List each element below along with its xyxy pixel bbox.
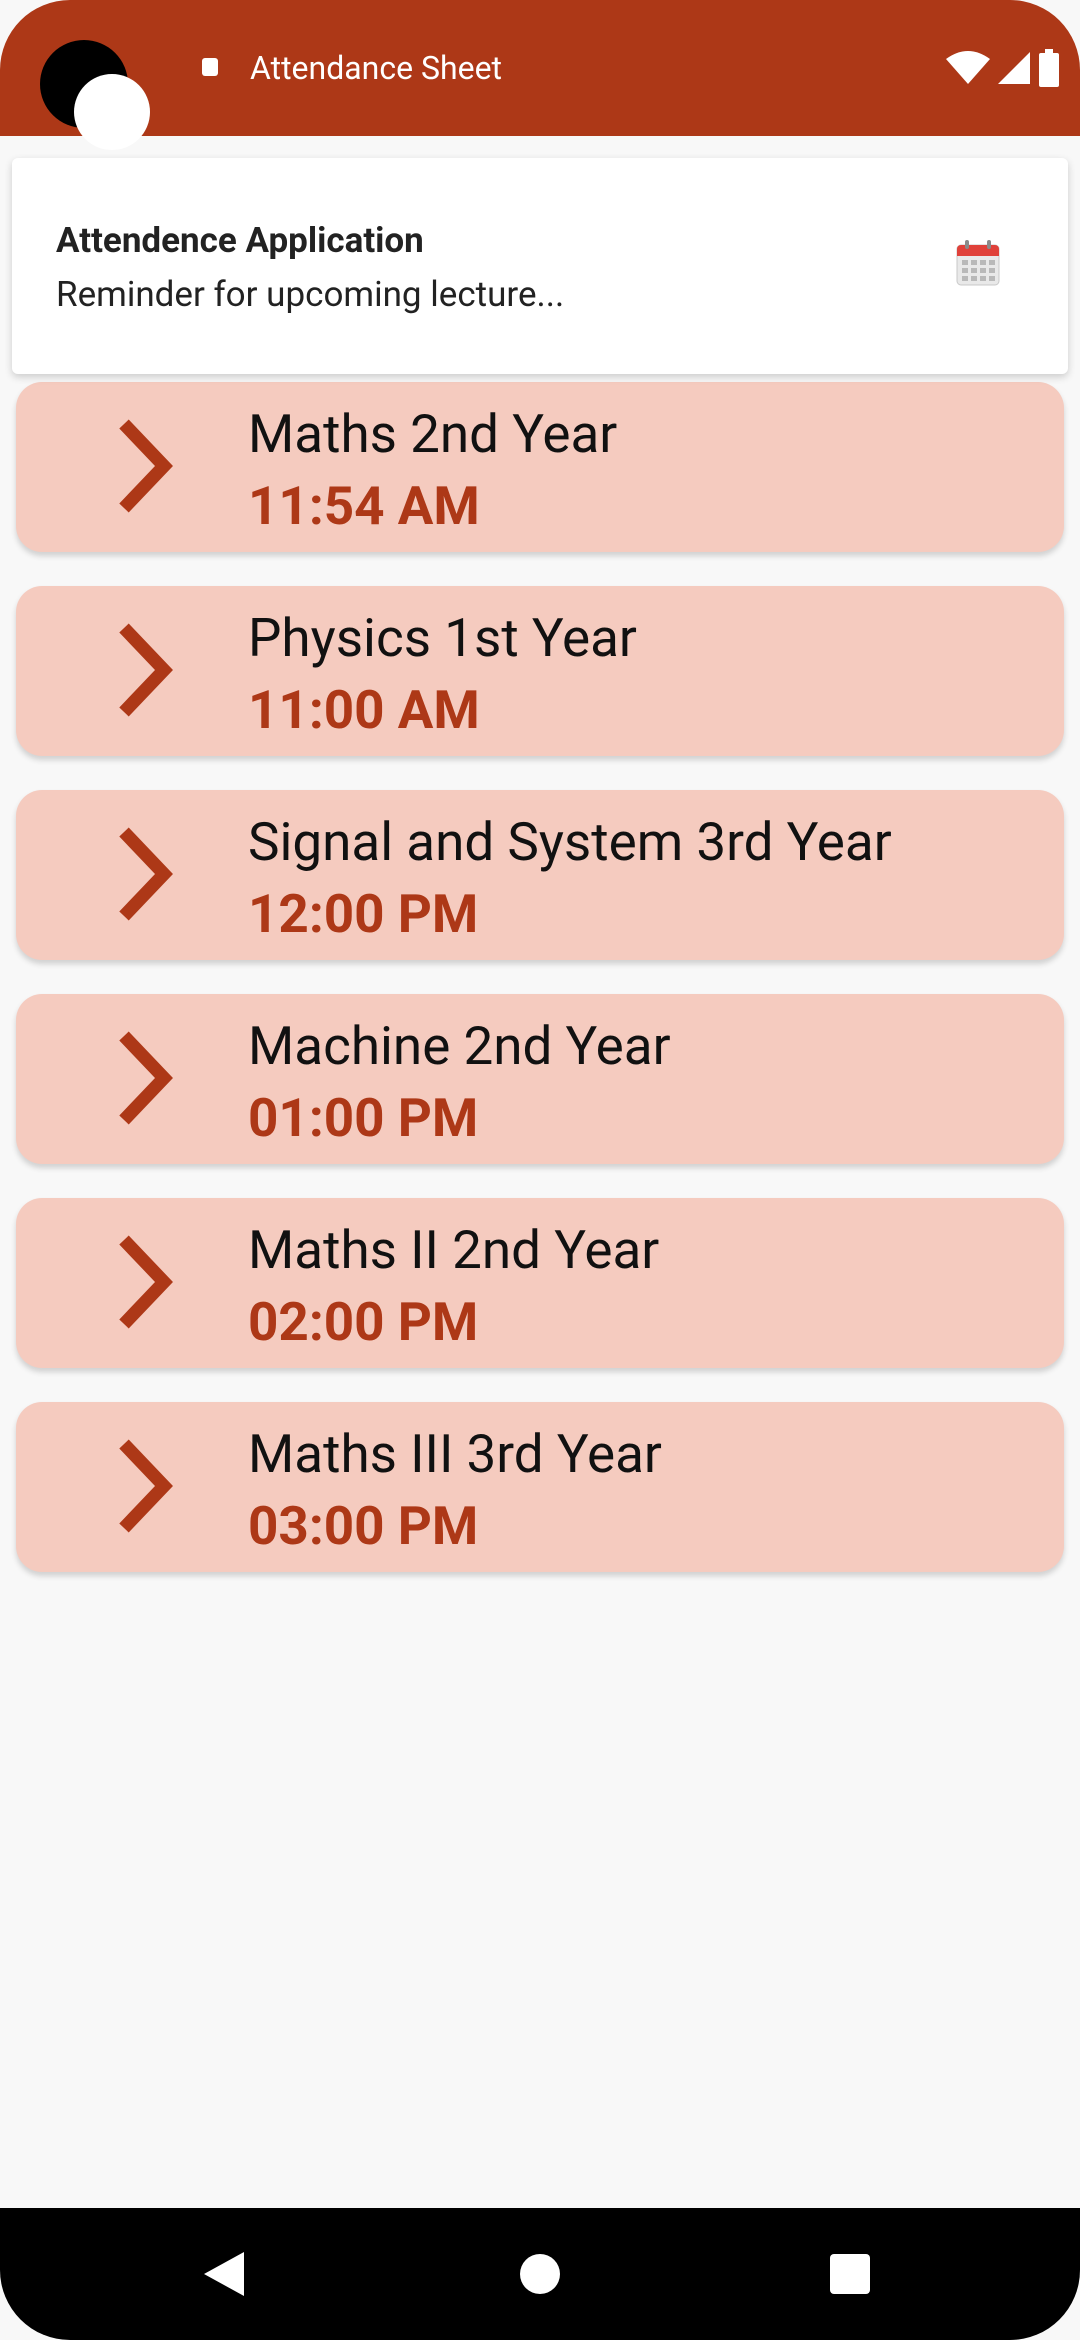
lecture-name: Physics 1st Year [248,607,637,669]
calendar-icon [956,240,1000,286]
lecture-card[interactable]: Physics 1st Year 11:00 AM [16,586,1064,756]
lecture-card[interactable]: Machine 2nd Year 01:00 PM [16,994,1064,1164]
chevron-right-icon [119,419,173,513]
lecture-name: Machine 2nd Year [248,1015,671,1077]
recents-icon[interactable] [830,2254,870,2294]
lecture-time: 03:00 PM [248,1495,479,1557]
lecture-name: Maths 2nd Year [248,403,618,465]
lecture-time: 11:00 AM [248,679,480,741]
home-icon[interactable] [520,2254,560,2294]
lecture-time: 11:54 AM [248,475,480,537]
chevron-right-icon [119,623,173,717]
chevron-right-icon [119,1031,173,1125]
lecture-time: 01:00 PM [248,1087,479,1149]
notification-text: Reminder for upcoming lecture... [56,274,565,315]
wifi-icon [946,51,990,84]
back-icon[interactable] [204,2252,244,2296]
lecture-time: 02:00 PM [248,1291,479,1353]
lecture-time: 12:00 PM [248,883,479,945]
camera-lens [74,74,150,150]
navigation-bar [0,2208,1080,2340]
lecture-list: Maths 2nd Year 11:54 AM Physics 1st Year… [16,382,1064,1606]
status-icons [946,48,1060,88]
chevron-right-icon [119,1235,173,1329]
lecture-name: Signal and System 3rd Year [248,811,892,873]
camera-cutout [40,40,150,150]
status-bar-title: Attendance Sheet [250,49,502,87]
notification-icon [202,58,218,76]
lecture-name: Maths II 2nd Year [248,1219,660,1281]
chevron-right-icon [119,1439,173,1533]
notification-title: Attendence Application [56,220,424,261]
lecture-card[interactable]: Maths III 3rd Year 03:00 PM [16,1402,1064,1572]
signal-icon [998,52,1030,84]
lecture-name: Maths III 3rd Year [248,1423,662,1485]
battery-icon [1039,49,1059,87]
reminder-notification[interactable]: Attendence Application Reminder for upco… [12,158,1068,374]
chevron-right-icon [119,827,173,921]
status-bar: Attendance Sheet [0,0,1080,150]
lecture-card[interactable]: Maths II 2nd Year 02:00 PM [16,1198,1064,1368]
lecture-card[interactable]: Signal and System 3rd Year 12:00 PM [16,790,1064,960]
lecture-card[interactable]: Maths 2nd Year 11:54 AM [16,382,1064,552]
